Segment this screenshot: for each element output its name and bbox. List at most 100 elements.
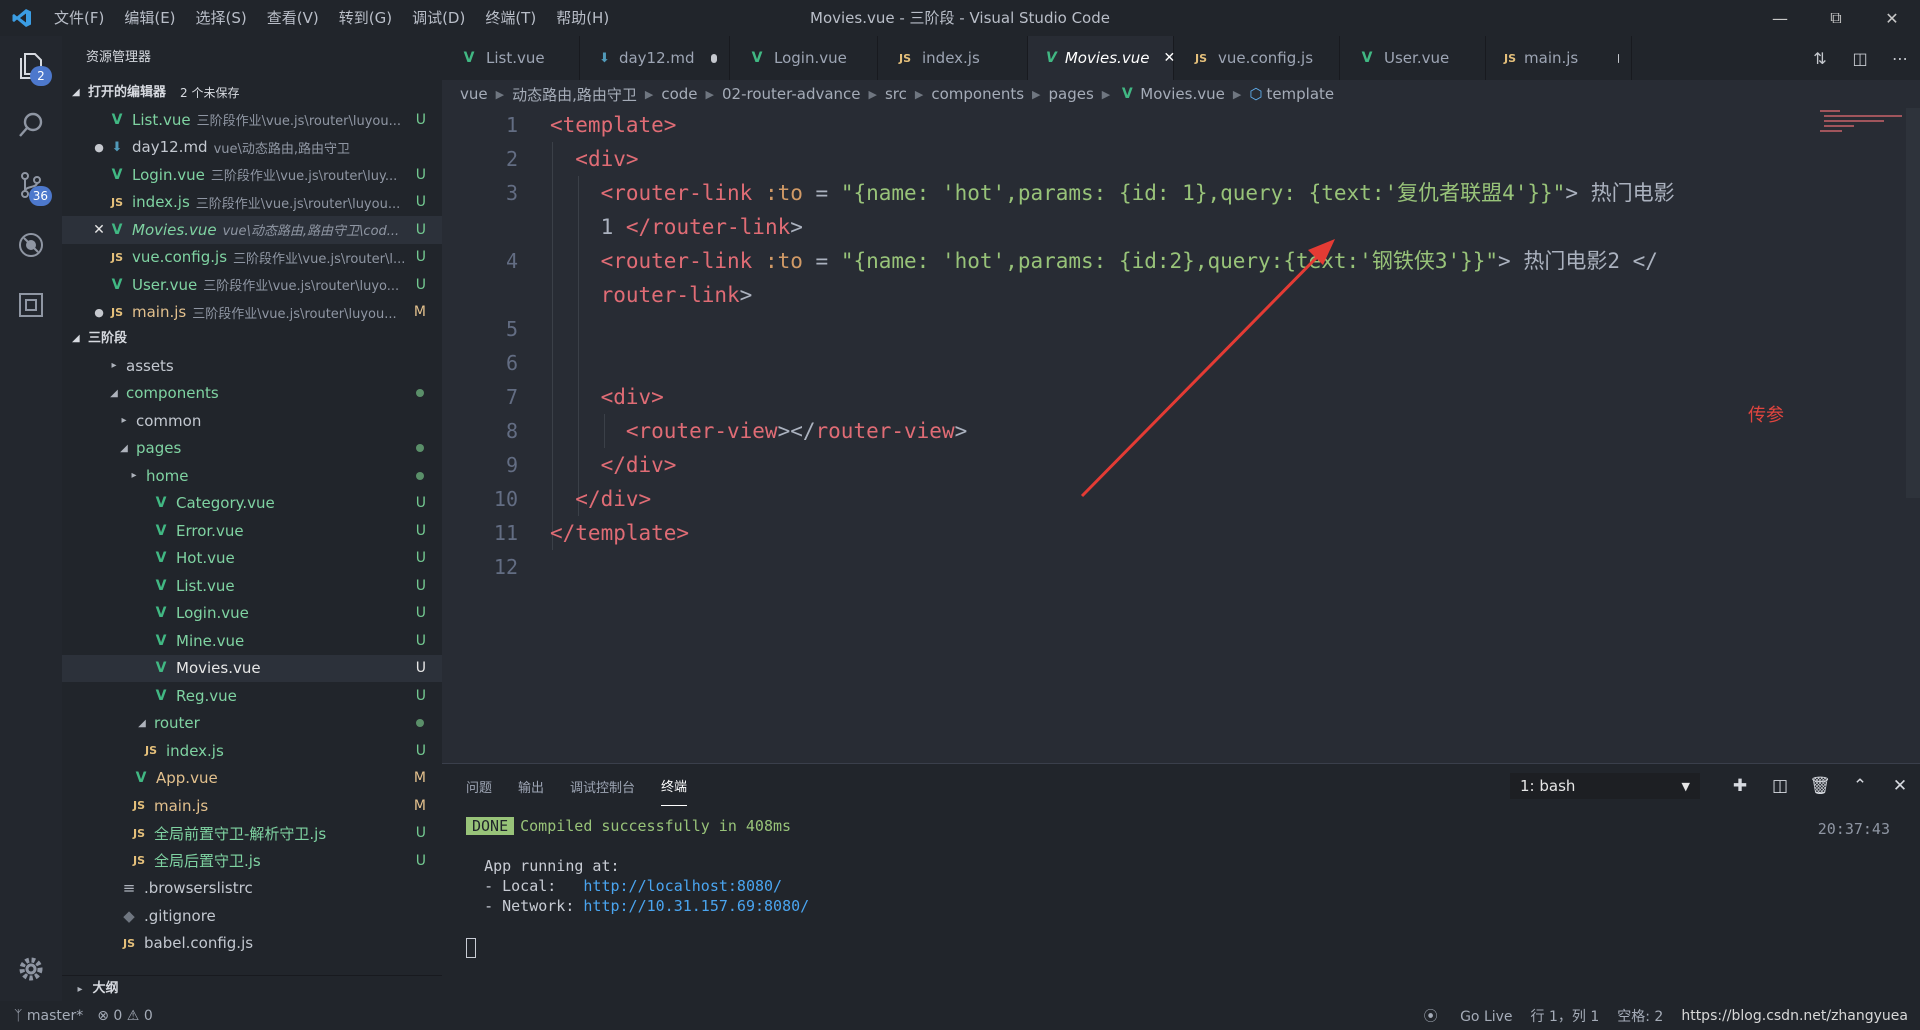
trash-icon[interactable]: 🗑 (1800, 776, 1840, 796)
breadcrumb-item[interactable]: 动态路由,路由守卫 (512, 84, 637, 105)
tab-day12-md[interactable]: ⬇ day12.md (580, 36, 730, 80)
outline-header[interactable]: ▸ 大纲 (62, 975, 442, 1001)
close-window-icon[interactable]: ✕ (1864, 0, 1920, 36)
tree-file[interactable]: JS main.js M (62, 792, 442, 820)
open-editor-item[interactable]: V Login.vue 三阶段作业\vue.js\router\luy... U (62, 161, 442, 189)
close-editor-icon[interactable]: ✕ (90, 222, 108, 238)
unsaved-dot-icon[interactable] (710, 53, 717, 63)
local-url-link[interactable]: http://localhost:8080/ (583, 877, 782, 895)
extensions-icon[interactable] (8, 282, 54, 328)
tab-login-vue[interactable]: V Login.vue (730, 36, 878, 80)
network-url-link[interactable]: http://10.31.157.69:8080/ (583, 897, 809, 915)
tree-file[interactable]: V Reg.vue U (62, 682, 442, 710)
breadcrumb-item[interactable]: pages (1049, 85, 1094, 103)
tab-main-js[interactable]: JS main.js (1486, 36, 1632, 80)
tree-file-selected[interactable]: V Movies.vue U (62, 654, 442, 682)
tree-file[interactable]: V Category.vue U (62, 490, 442, 518)
breadcrumb-item[interactable]: src (885, 85, 907, 103)
tree-folder-components[interactable]: ◢ components (62, 380, 442, 408)
close-panel-icon[interactable]: ✕ (1880, 776, 1920, 796)
tab-vue-config-js[interactable]: JS vue.config.js (1174, 36, 1340, 80)
tree-file[interactable]: V Hot.vue U (62, 545, 442, 573)
indentation[interactable]: 空格: 2 (1617, 1006, 1663, 1026)
menu-help[interactable]: 帮助(H) (546, 0, 619, 36)
open-editor-item[interactable]: JS index.js 三阶段作业\vue.js\router\luyou...… (62, 189, 442, 217)
breadcrumb-item[interactable]: template (1266, 85, 1334, 103)
folder-header[interactable]: ◢ 三阶段 (62, 326, 442, 352)
compare-changes-icon[interactable]: ⇅ (1800, 49, 1840, 68)
chevron-down-icon: ◢ (72, 333, 80, 344)
menu-debug[interactable]: 调试(D) (402, 0, 475, 36)
tree-file[interactable]: JS 全局前置守卫-解析守卫.js U (62, 820, 442, 848)
source-control-icon[interactable]: 36 (8, 162, 54, 208)
split-editor-icon[interactable]: ◫ (1840, 49, 1880, 68)
tree-file[interactable]: JS 全局后置守卫.js U (62, 847, 442, 875)
menu-go[interactable]: 转到(G) (329, 0, 402, 36)
tree-file[interactable]: ◆ .gitignore (62, 902, 442, 930)
tab-output[interactable]: 输出 (518, 767, 544, 806)
minimize-icon[interactable]: — (1752, 0, 1808, 36)
tree-file[interactable]: ≡ .browserslistrc (62, 875, 442, 903)
terminal-output[interactable]: DONE Compiled successfully in 408ms App r… (466, 816, 809, 916)
restore-icon[interactable]: ⧉ (1808, 0, 1864, 36)
tree-folder-home[interactable]: ▸ home (62, 462, 442, 490)
open-editor-item[interactable]: ● ⬇ day12.md vue\动态路由,路由守卫 (62, 134, 442, 162)
breadcrumb-item[interactable]: code (661, 85, 697, 103)
tree-file[interactable]: V Error.vue U (62, 517, 442, 545)
code-editor[interactable]: 1 <template> 2 <div> 3 <router-link :to … (442, 108, 1920, 763)
open-editor-item[interactable]: V User.vue 三阶段作业\vue.js\router\luyo... U (62, 271, 442, 299)
explorer-icon[interactable]: 2 (8, 42, 54, 88)
chevron-right-icon: ▶ (495, 87, 505, 101)
tab-movies-vue[interactable]: V Movies.vue ✕ (1028, 36, 1175, 80)
branch-indicator[interactable]: ᛉ master* (14, 1008, 83, 1024)
tree-folder-common[interactable]: ▸ common (62, 407, 442, 435)
open-editor-item[interactable]: ● JS main.js 三阶段作业\vue.js\router\luyou..… (62, 299, 442, 327)
tree-file[interactable]: JS babel.config.js (62, 930, 442, 958)
open-editor-item[interactable]: JS vue.config.js 三阶段作业\vue.js\router\l..… (62, 244, 442, 272)
vue-file-icon: V (111, 276, 123, 293)
breadcrumb-item[interactable]: 02-router-advance (722, 85, 861, 103)
unsaved-dot-icon[interactable]: ● (90, 141, 108, 154)
menu-selection[interactable]: 选择(S) (186, 0, 257, 36)
open-editors-header[interactable]: ◢ 打开的编辑器 2 个未保存 (62, 80, 442, 106)
tree-file[interactable]: V List.vue U (62, 572, 442, 600)
tree-folder-router[interactable]: ◢ router (62, 710, 442, 738)
tree-file[interactable]: JS index.js U (62, 737, 442, 765)
menu-view[interactable]: 查看(V) (257, 0, 329, 36)
settings-gear-icon[interactable] (8, 946, 54, 992)
breadcrumb-item[interactable]: vue (460, 85, 488, 103)
tab-list-vue[interactable]: V List.vue (442, 36, 580, 80)
menu-file[interactable]: 文件(F) (44, 0, 114, 36)
tab-debug-console[interactable]: 调试控制台 (570, 767, 635, 806)
tab-user-vue[interactable]: V User.vue (1340, 36, 1486, 80)
menu-terminal[interactable]: 终端(T) (475, 0, 546, 36)
breadcrumb-item[interactable]: components (931, 85, 1024, 103)
tree-folder-assets[interactable]: ▸ assets (62, 352, 442, 380)
tree-file[interactable]: V Mine.vue U (62, 627, 442, 655)
tab-terminal[interactable]: 终端 (661, 766, 688, 806)
terminal-select[interactable]: 1: bash ▼ (1510, 773, 1700, 799)
breadcrumb-item[interactable]: Movies.vue (1140, 85, 1225, 103)
split-terminal-icon[interactable]: ◫ (1760, 776, 1800, 796)
debug-icon[interactable] (8, 222, 54, 268)
unsaved-dot-icon[interactable] (1618, 53, 1619, 63)
problems-indicator[interactable]: ⊗ 0 ⚠ 0 (97, 1008, 153, 1024)
open-editor-item-active[interactable]: ✕ V Movies.vue vue\动态路由,路由守卫\cod... U (62, 216, 442, 244)
chevron-right-icon: ▸ (121, 415, 127, 427)
cursor-position[interactable]: 行 1，列 1 (1531, 1006, 1600, 1026)
tree-folder-pages[interactable]: ◢ pages (62, 435, 442, 463)
menu-edit[interactable]: 编辑(E) (114, 0, 185, 36)
maximize-panel-icon[interactable]: ⌃ (1840, 776, 1880, 796)
tree-file[interactable]: V Login.vue U (62, 600, 442, 628)
editor-scrollbar[interactable] (1906, 108, 1920, 498)
unsaved-dot-icon[interactable]: ● (90, 306, 108, 319)
tree-file[interactable]: V App.vue M (62, 765, 442, 793)
tab-index-js[interactable]: JS index.js (878, 36, 1028, 80)
go-live-button[interactable]: ⦿ Go Live (1406, 1006, 1513, 1026)
minimap[interactable] (1820, 108, 1906, 138)
search-icon[interactable] (8, 102, 54, 148)
more-actions-icon[interactable]: ⋯ (1880, 49, 1920, 68)
tab-problems[interactable]: 问题 (466, 767, 492, 806)
new-terminal-icon[interactable]: ✚ (1720, 776, 1760, 796)
open-editor-item[interactable]: V List.vue 三阶段作业\vue.js\router\luyou... … (62, 106, 442, 134)
